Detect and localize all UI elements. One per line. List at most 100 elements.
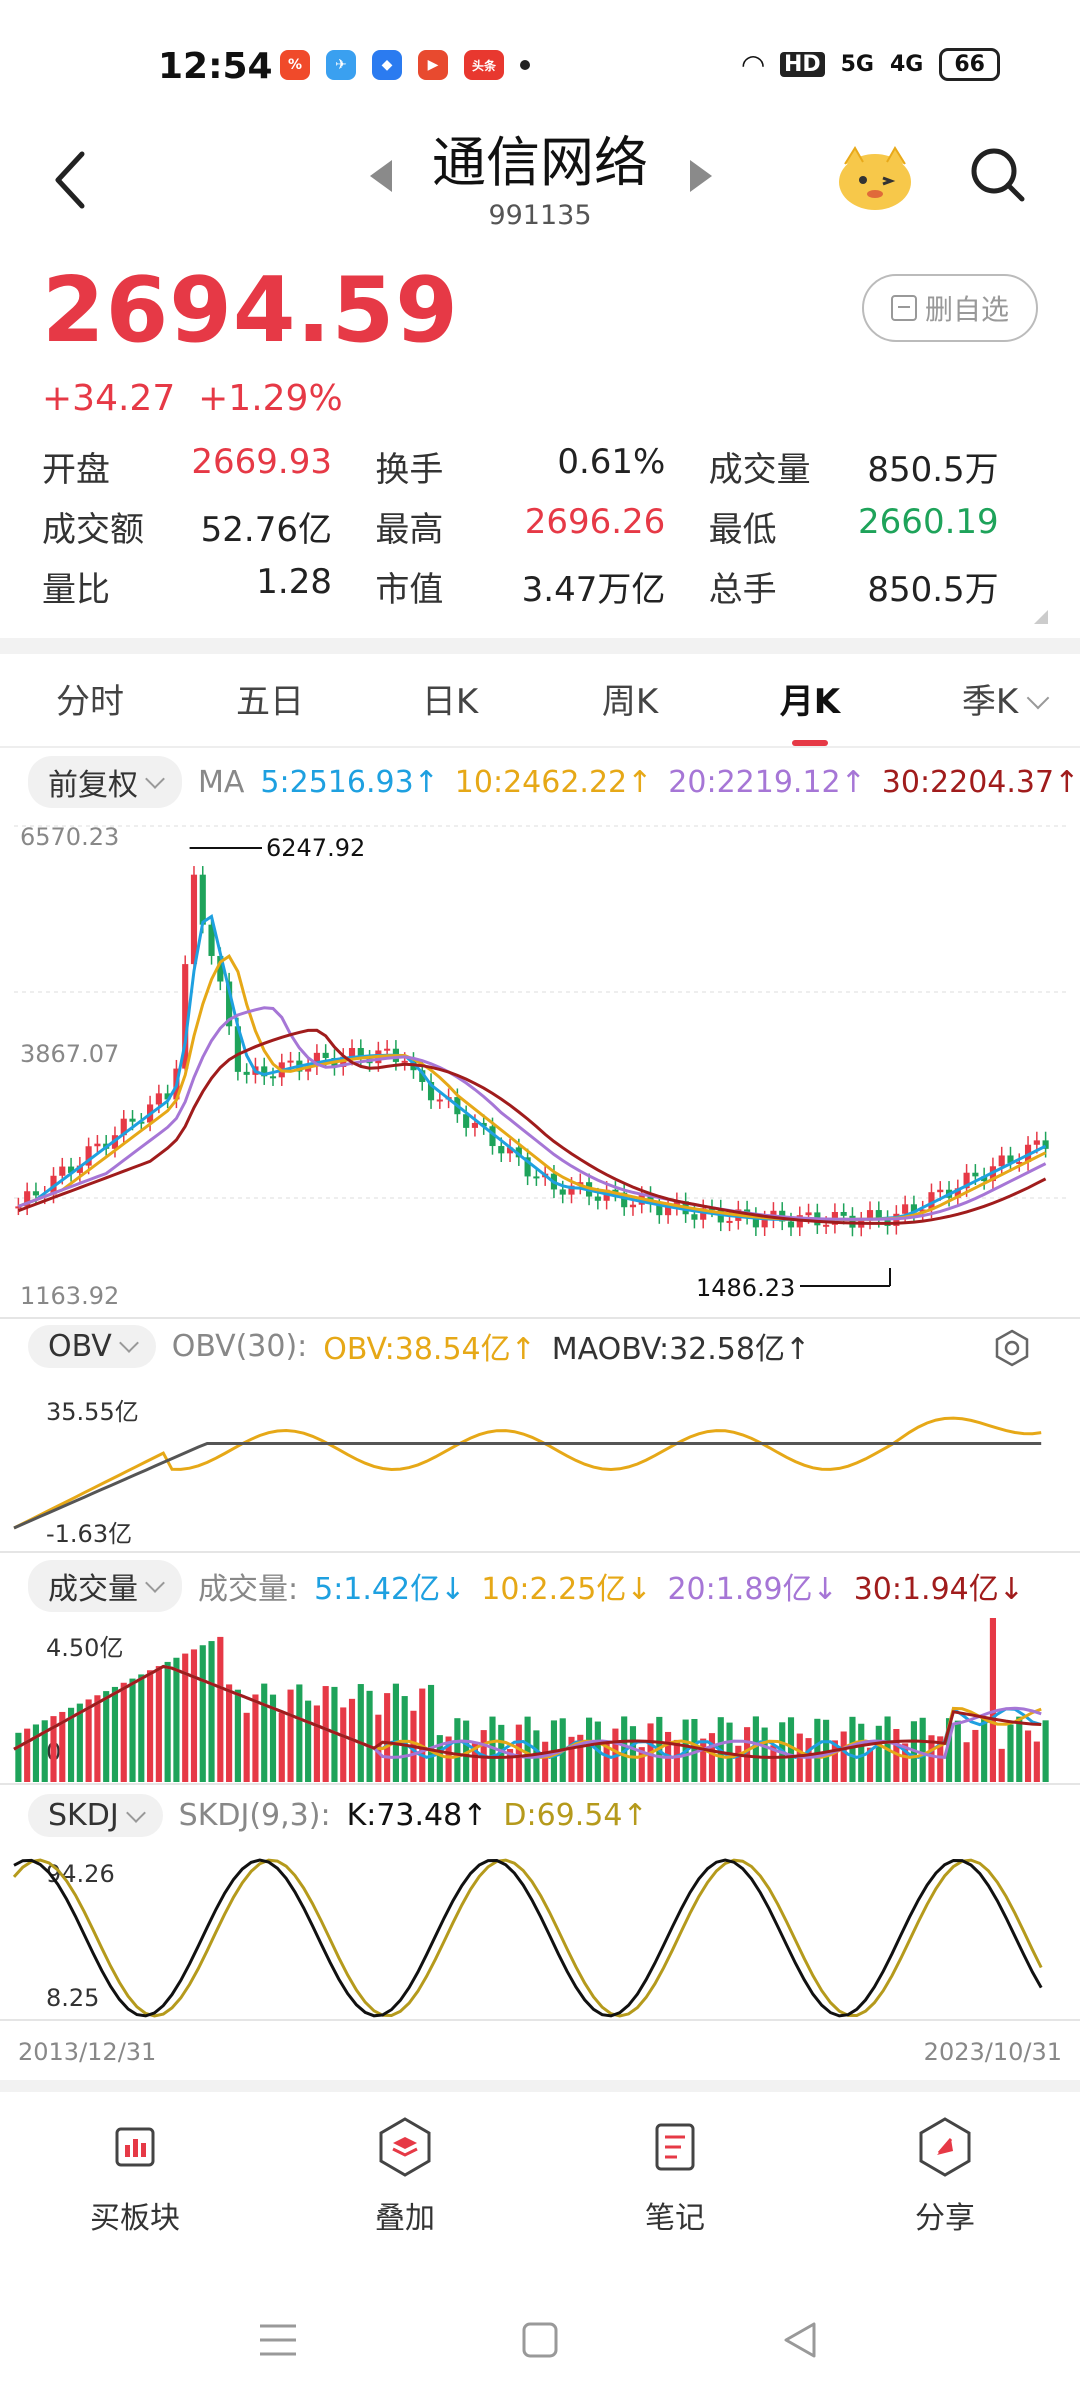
tab-0[interactable]: 分时 bbox=[0, 672, 180, 744]
volume-bar bbox=[173, 1657, 180, 1782]
toolbar-label: 笔记 bbox=[645, 2201, 705, 2236]
tab-2[interactable]: 日K bbox=[360, 672, 540, 744]
tab-4[interactable]: 月K bbox=[720, 672, 900, 746]
volume-bar bbox=[542, 1741, 549, 1782]
ma5-line bbox=[17, 914, 1047, 1221]
stat-cell: 成交额 52.76亿 bbox=[42, 502, 375, 551]
current-price: 2694.59 bbox=[42, 258, 459, 363]
next-stock-icon[interactable] bbox=[690, 160, 712, 192]
volume-bar bbox=[208, 1641, 215, 1782]
volume-bar bbox=[120, 1682, 127, 1782]
stat-value: 2669.93 bbox=[191, 441, 332, 482]
candle-body bbox=[840, 1211, 847, 1216]
skdj-d-line bbox=[12, 1858, 1043, 2018]
volume-bar bbox=[524, 1716, 531, 1782]
volume-bar bbox=[164, 1661, 171, 1782]
notification-icons: % ✈ ◆ ▶ 头条 bbox=[280, 50, 530, 80]
stat-label: 总手 bbox=[708, 569, 777, 610]
volume-bar bbox=[954, 1720, 961, 1782]
candle-body bbox=[401, 1060, 408, 1063]
stat-value: 850.5万 bbox=[867, 449, 999, 490]
volume-bar bbox=[94, 1695, 101, 1782]
signal-4g-icon: 4G bbox=[890, 52, 924, 77]
volume-bar bbox=[840, 1731, 847, 1782]
candle-body bbox=[94, 1143, 101, 1147]
volume-bar bbox=[427, 1684, 435, 1782]
volume-bar bbox=[340, 1707, 347, 1782]
volume-bar bbox=[814, 1718, 821, 1782]
stats-row: 量比 1.28 市值 3.47万亿 总手 850.5万 bbox=[42, 556, 1042, 616]
candle-body bbox=[199, 874, 206, 925]
volume-bar bbox=[384, 1693, 391, 1782]
sector-icon bbox=[115, 2127, 155, 2167]
home-icon[interactable] bbox=[520, 2320, 560, 2360]
toolbar-item-3[interactable]: 分享 bbox=[810, 2115, 1080, 2255]
period-tabs: 分时 五日 日K 周K 月K 季K bbox=[0, 672, 1080, 746]
overlay-icon bbox=[379, 2117, 431, 2177]
search-icon[interactable] bbox=[968, 145, 1028, 205]
volume-bar bbox=[585, 1717, 593, 1782]
candle-body bbox=[787, 1221, 795, 1228]
volume-bar bbox=[199, 1645, 206, 1782]
toolbar-label: 买板块 bbox=[90, 2201, 180, 2236]
volume-bar bbox=[603, 1743, 610, 1782]
signal-5g-icon: 5G bbox=[840, 52, 874, 77]
stock-name: 通信网络 bbox=[432, 131, 648, 194]
candle-body bbox=[384, 1048, 391, 1051]
volume-bar bbox=[24, 1728, 31, 1782]
stat-value: 52.76亿 bbox=[200, 509, 332, 550]
tab-5[interactable]: 季K bbox=[900, 672, 1080, 744]
volume-bar bbox=[1033, 1741, 1040, 1782]
menu-icon[interactable] bbox=[258, 2320, 298, 2360]
toolbar-item-0[interactable]: 买板块 bbox=[0, 2115, 270, 2255]
volume-bar bbox=[875, 1725, 882, 1782]
candle-body bbox=[155, 1093, 162, 1105]
candle-body bbox=[471, 1122, 479, 1128]
bottom-toolbar: 买板块 叠加 笔记 分享 bbox=[0, 2115, 1080, 2255]
candle-body bbox=[805, 1212, 812, 1216]
system-nav-bar bbox=[0, 2300, 1080, 2380]
candle-body bbox=[594, 1196, 601, 1201]
mascot-icon[interactable] bbox=[835, 142, 915, 212]
volume-bar bbox=[981, 1716, 988, 1782]
stat-cell: 最低 2660.19 bbox=[709, 502, 1042, 551]
candle-body bbox=[559, 1189, 566, 1195]
hd-icon: HD bbox=[779, 52, 825, 77]
toutiao-notification-icon: 头条 bbox=[464, 50, 504, 80]
stat-cell: 总手 850.5万 bbox=[709, 562, 1042, 611]
indicator-plots bbox=[0, 825, 1080, 2021]
volume-bar bbox=[392, 1683, 399, 1782]
browser-notification-icon: ✈ bbox=[326, 50, 356, 80]
volume-bar bbox=[401, 1696, 408, 1782]
candle-body bbox=[937, 1189, 944, 1193]
toolbar-item-2[interactable]: 笔记 bbox=[540, 2115, 810, 2255]
remove-watchlist-button[interactable]: 删自选 bbox=[862, 274, 1038, 342]
tab-3[interactable]: 周K bbox=[540, 672, 720, 744]
app-notification-icon-2: ◆ bbox=[372, 50, 402, 80]
toolbar-label: 分享 bbox=[915, 2201, 975, 2236]
stat-label: 市值 bbox=[375, 569, 444, 610]
stat-cell: 最高 2696.26 bbox=[375, 502, 708, 551]
stat-cell: 量比 1.28 bbox=[42, 562, 375, 611]
tab-1[interactable]: 五日 bbox=[180, 672, 360, 744]
stat-label: 开盘 bbox=[42, 449, 110, 490]
video-notification-icon: ▶ bbox=[418, 50, 448, 80]
back-nav-icon[interactable] bbox=[780, 2320, 820, 2360]
volume-bar bbox=[629, 1726, 637, 1782]
volume-bar bbox=[849, 1716, 856, 1782]
stat-label: 成交量 bbox=[708, 449, 811, 490]
expand-corner-icon[interactable] bbox=[1034, 610, 1048, 624]
volume-bar bbox=[357, 1684, 364, 1782]
ma30-line bbox=[17, 1028, 1047, 1225]
stat-value: 2660.19 bbox=[858, 501, 999, 542]
candle-body bbox=[998, 1155, 1005, 1167]
toolbar-item-1[interactable]: 叠加 bbox=[270, 2115, 540, 2255]
share-icon bbox=[919, 2117, 971, 2177]
volume-bar bbox=[761, 1727, 768, 1782]
candle-body bbox=[972, 1172, 979, 1177]
volume-bar bbox=[989, 1618, 997, 1782]
candle-body bbox=[823, 1224, 830, 1227]
kline-chart-region[interactable]: 前复权 MA 5:2516.93↑ 10:2462.22↑ 20:2219.12… bbox=[0, 748, 1080, 2088]
status-time: 12:54 bbox=[158, 46, 273, 87]
volume-bar bbox=[287, 1689, 294, 1782]
